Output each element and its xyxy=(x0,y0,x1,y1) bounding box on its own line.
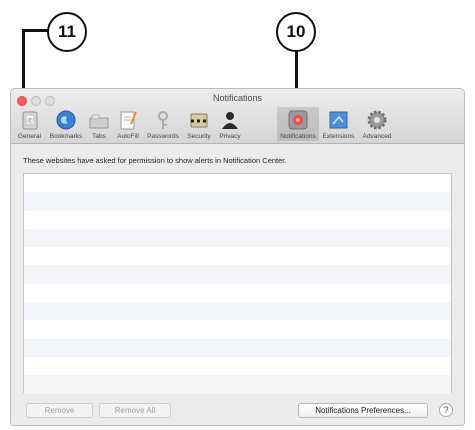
bookmarks-icon xyxy=(55,109,77,136)
tab-extensions-label: Extensions xyxy=(322,133,355,140)
tab-privacy-label: Privacy xyxy=(219,133,241,140)
general-icon: ⎘ xyxy=(20,109,40,136)
tab-tabs[interactable]: Tabs xyxy=(87,107,111,141)
security-icon xyxy=(189,109,209,136)
tab-autofill[interactable]: AutoFill xyxy=(113,107,143,141)
tab-general[interactable]: ⎘ General xyxy=(14,107,45,141)
privacy-icon xyxy=(220,109,240,136)
notifications-pane: These websites have asked for permission… xyxy=(11,144,464,425)
list-row[interactable] xyxy=(24,357,451,375)
list-row[interactable] xyxy=(24,375,451,394)
preferences-window: Notifications ⎘ General Bookmarks Tabs A… xyxy=(10,88,465,426)
tab-bookmarks-label: Bookmarks xyxy=(49,133,83,140)
permission-info-text: These websites have asked for permission… xyxy=(23,156,287,165)
window-title: Notifications xyxy=(212,93,263,103)
passwords-icon xyxy=(153,109,173,136)
list-row[interactable] xyxy=(24,320,451,338)
callout-11-line-vertical xyxy=(22,29,25,89)
advanced-icon xyxy=(366,109,388,136)
notifications-icon xyxy=(287,109,309,136)
remove-all-button[interactable]: Remove All xyxy=(99,403,171,418)
tab-security-label: Security xyxy=(187,133,211,140)
extensions-icon xyxy=(328,109,350,136)
callout-11-label: 11 xyxy=(58,22,76,41)
tab-privacy[interactable]: Privacy xyxy=(216,107,244,141)
tab-bookmarks[interactable]: Bookmarks xyxy=(47,107,85,141)
callout-10-label: 10 xyxy=(286,22,306,41)
list-row[interactable] xyxy=(24,174,451,192)
list-row[interactable] xyxy=(24,302,451,321)
tab-advanced-label: Advanced xyxy=(362,133,392,140)
svg-text:⎘: ⎘ xyxy=(27,118,32,125)
remove-button[interactable]: Remove xyxy=(26,403,93,418)
list-row[interactable] xyxy=(24,247,451,265)
list-row[interactable] xyxy=(24,228,451,248)
list-row[interactable] xyxy=(24,338,451,357)
tab-notifications[interactable]: Notifications xyxy=(277,107,319,141)
notifications-preferences-button[interactable]: Notifications Preferences... xyxy=(298,403,428,418)
website-list[interactable] xyxy=(23,173,452,394)
tab-extensions[interactable]: Extensions xyxy=(320,107,357,141)
tab-passwords-label: Passwords xyxy=(147,133,179,140)
tab-passwords[interactable]: Passwords xyxy=(145,107,181,141)
tab-security[interactable]: Security xyxy=(183,107,215,141)
list-row[interactable] xyxy=(24,211,451,229)
list-row[interactable] xyxy=(24,284,451,302)
tab-autofill-label: AutoFill xyxy=(117,133,139,140)
tab-tabs-label: Tabs xyxy=(92,133,106,140)
callout-11: 11 xyxy=(47,12,87,52)
help-button[interactable]: ? xyxy=(439,403,453,417)
autofill-icon xyxy=(118,109,138,136)
tab-notifications-label: Notifications xyxy=(280,133,316,140)
callout-11-line-horizontal xyxy=(22,29,48,32)
toolbar: Notifications ⎘ General Bookmarks Tabs A… xyxy=(11,89,464,144)
tabs-icon xyxy=(89,109,109,136)
list-row[interactable] xyxy=(24,192,451,211)
tab-advanced[interactable]: Advanced xyxy=(359,107,395,141)
callout-10: 10 xyxy=(276,12,316,52)
tab-general-label: General xyxy=(17,133,42,140)
list-row[interactable] xyxy=(24,265,451,284)
